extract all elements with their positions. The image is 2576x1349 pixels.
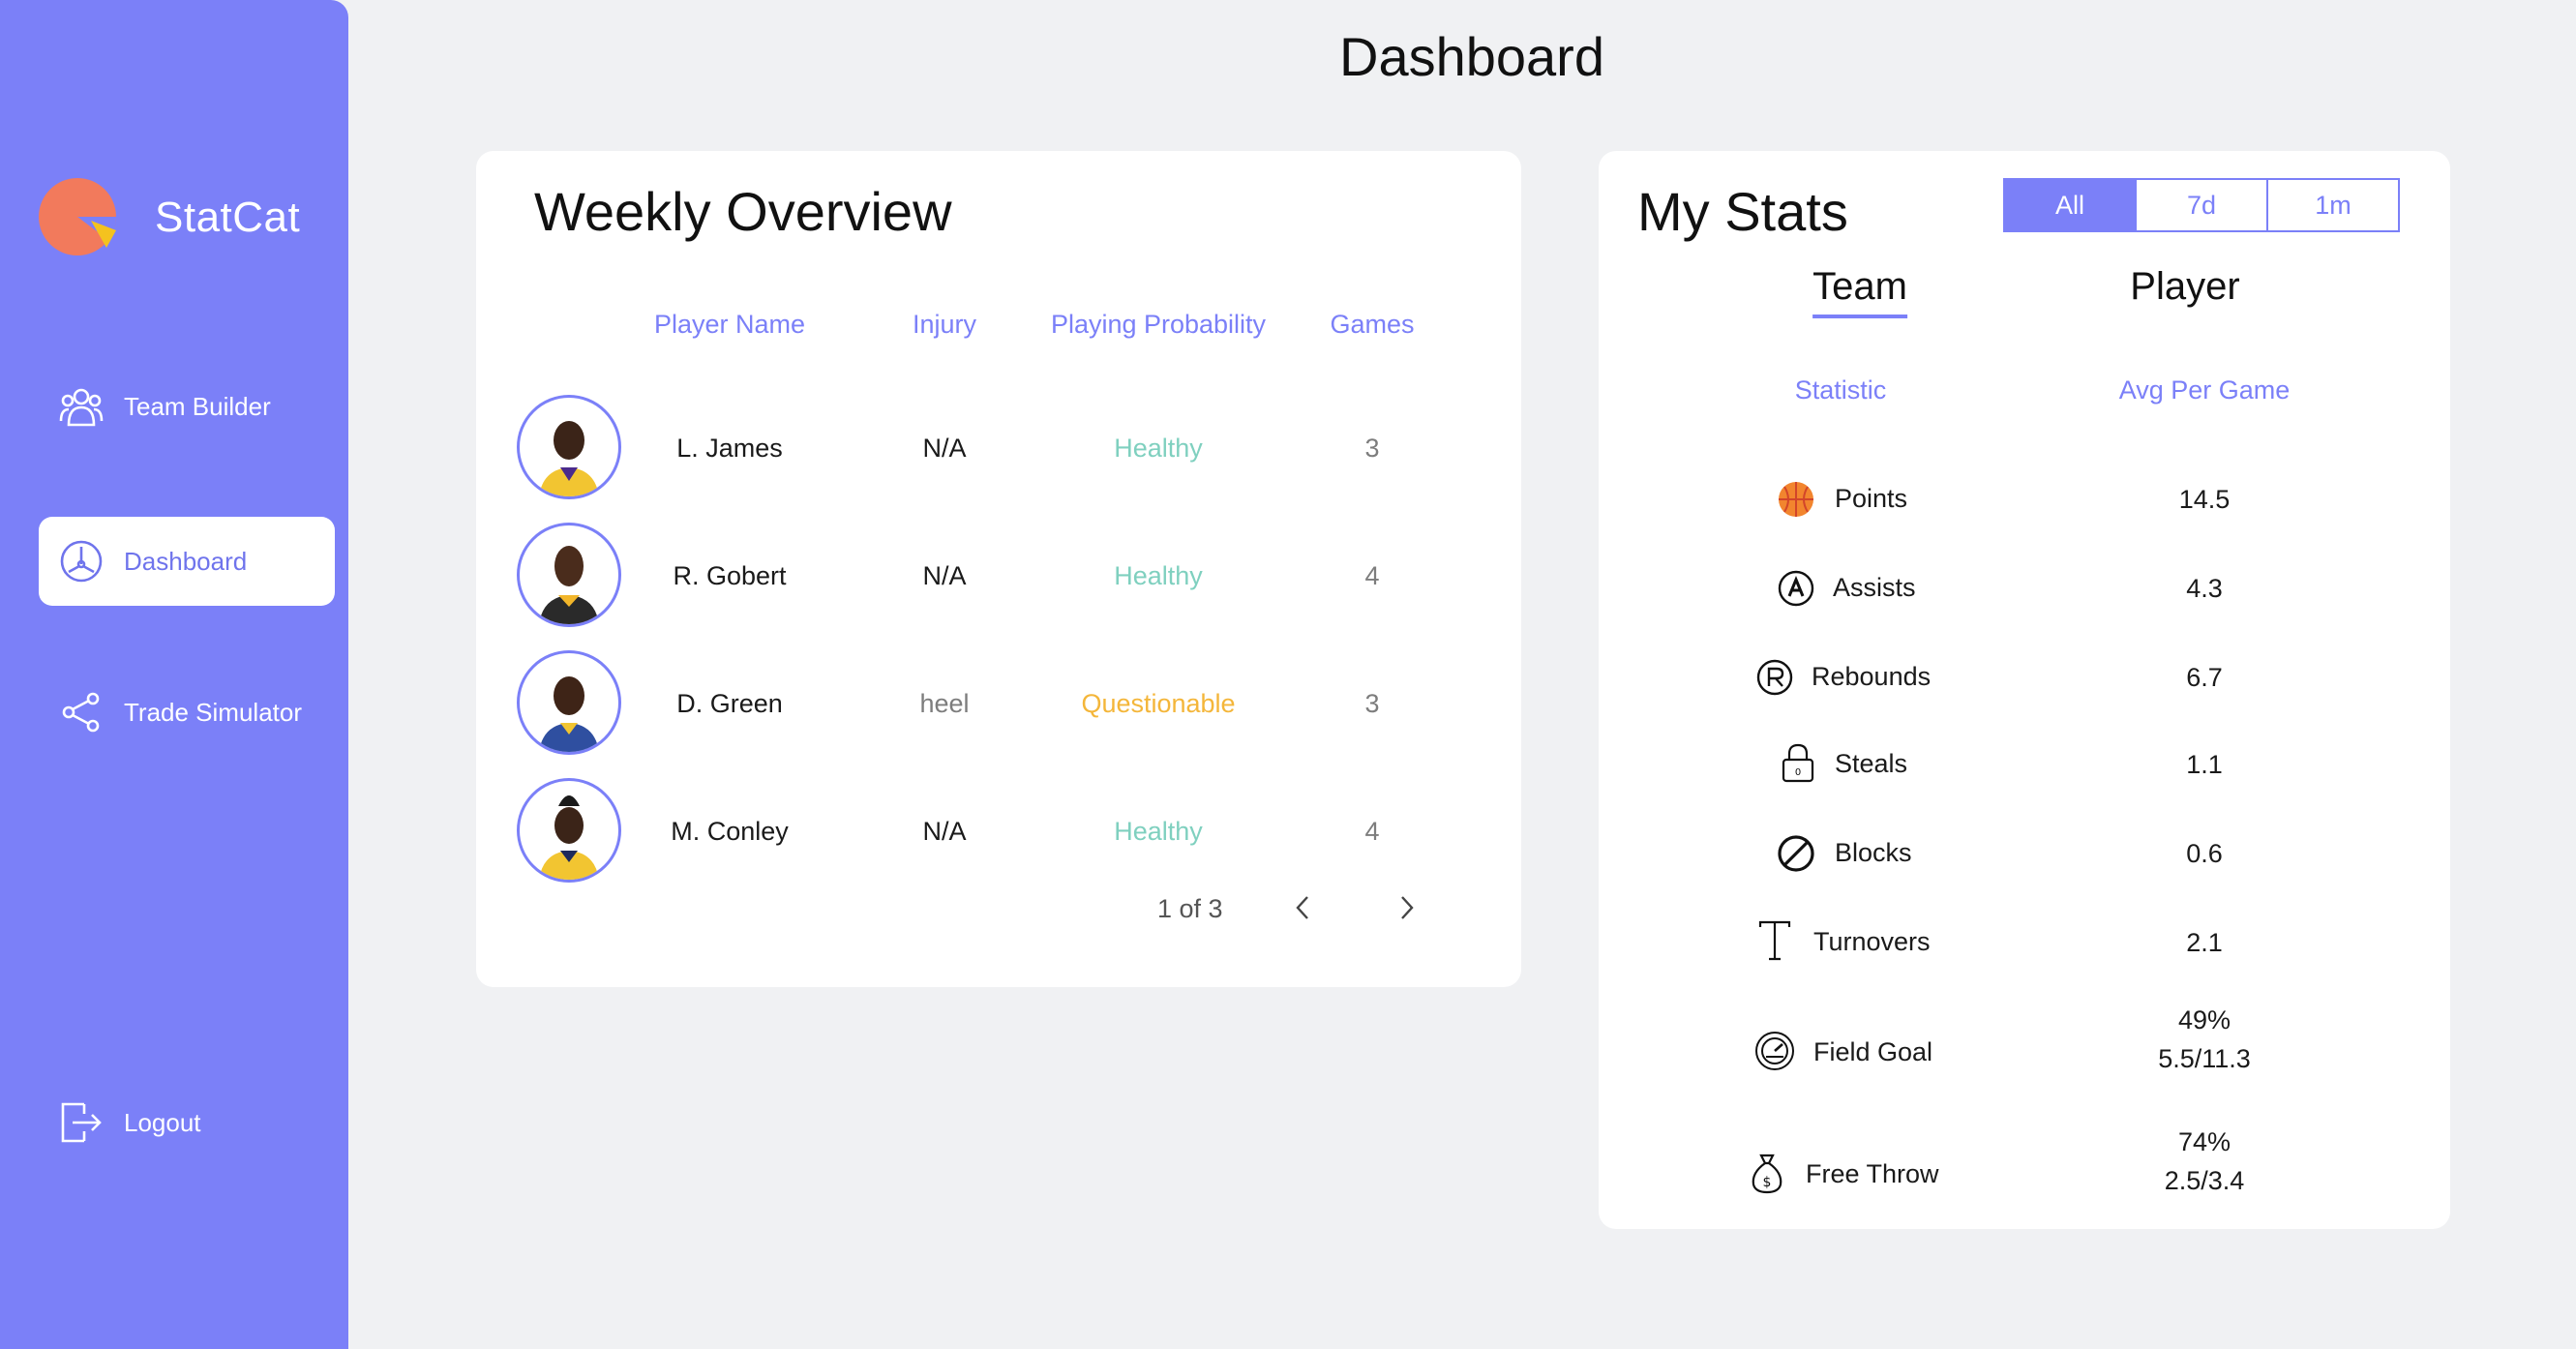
stat-row-blocks: Blocks 0.6 [1599,824,2450,883]
my-stats-card: My Stats All 7d 1m Team Player Statistic… [1599,151,2450,1229]
statcat-logo-icon [39,178,116,255]
avatar [517,523,621,627]
table-row[interactable]: L. James N/A Healthy 3 [476,395,1521,501]
filter-1m-button[interactable]: 1m [2266,178,2400,232]
sidebar-item-dashboard[interactable]: Dashboard [39,517,335,606]
tab-team[interactable]: Team [1812,265,1907,318]
sidebar: StatCat Team Builder Dashboard Trade Sim… [0,0,348,1349]
player-name: L. James [676,434,783,463]
time-filter: All 7d 1m [2003,178,2400,232]
svg-text:$: $ [1763,1175,1772,1190]
chevron-right-icon [1401,896,1414,919]
filter-all-button[interactable]: All [2003,178,2137,232]
stat-label: Points [1835,484,1908,513]
my-stats-title: My Stats [1637,181,1848,242]
page-title: Dashboard [1339,26,1604,87]
stat-value: 4.3 [2186,574,2223,603]
lock-icon: 0 [1777,741,1819,784]
previous-page-button[interactable] [1283,888,1322,927]
games-count: 3 [1364,434,1380,463]
games-count: 4 [1364,817,1380,846]
stat-row-turnovers: Turnovers 2.1 [1599,914,2450,972]
stat-row-rebounds: Rebounds 6.7 [1599,648,2450,706]
assists-icon [1775,567,1817,610]
stat-value: 0.6 [2186,839,2223,868]
stat-label: Field Goal [1813,1037,1933,1066]
sidebar-item-trade-simulator[interactable]: Trade Simulator [39,668,335,757]
player-injury: N/A [922,434,967,463]
column-header-playing-probability: Playing Probability [1050,310,1267,339]
weekly-overview-title: Weekly Overview [534,181,952,242]
column-header-player-name: Player Name [653,310,806,339]
games-count: 4 [1364,561,1380,590]
table-row[interactable]: R. Gobert N/A Healthy 4 [476,523,1521,629]
next-page-button[interactable] [1388,888,1426,927]
stat-label: Blocks [1835,838,1912,867]
letter-t-icon [1753,919,1796,962]
logout-button[interactable]: Logout [39,1078,335,1167]
player-name: R. Gobert [673,561,787,590]
sidebar-item-label: Team Builder [124,391,271,421]
player-injury: heel [919,689,970,718]
player-name: M. Conley [671,817,789,846]
logout-label: Logout [124,1107,201,1137]
stat-label: Free Throw [1806,1159,1939,1188]
brand: StatCat [37,176,300,259]
stat-value: 2.1 [2186,928,2223,957]
stat-row-steals: 0 Steals 1.1 [1599,735,2450,794]
column-header-statistic: Statistic [1794,375,1887,405]
playing-probability: Questionable [1081,689,1236,718]
stat-value: 1.1 [2186,750,2223,779]
stat-row-assists: Assists 4.3 [1599,559,2450,617]
chevron-left-icon [1296,896,1308,919]
stat-label: Steals [1835,749,1908,778]
playing-probability: Healthy [1114,817,1203,846]
pagination-status: 1 of 3 [1157,894,1223,923]
logout-icon [58,1099,105,1146]
stat-row-free-throw: $ Free Throw 74% 2.5/3.4 [1599,1123,2450,1225]
avatar [517,650,621,755]
stat-row-points: Points 14.5 [1599,470,2450,528]
money-bag-icon: $ [1746,1152,1788,1194]
stat-value: 14.5 [2178,485,2231,514]
stat-value-detail: 5.5/11.3 [2158,1044,2251,1073]
column-header-injury: Injury [912,310,977,339]
sidebar-item-label: Dashboard [124,546,248,576]
player-name: D. Green [676,689,783,718]
stat-label: Rebounds [1812,662,1932,691]
stat-value: 6.7 [2186,663,2223,692]
brand-name: StatCat [155,194,301,241]
avatar [517,778,621,883]
sidebar-item-label: Trade Simulator [124,697,302,727]
filter-7d-button[interactable]: 7d [2135,178,2268,232]
basketball-icon [1775,478,1817,521]
column-header-games: Games [1330,310,1415,339]
stat-value: 74% [2177,1127,2232,1156]
stat-label: Turnovers [1813,927,1931,956]
block-icon [1775,832,1817,875]
stat-value-detail: 2.5/3.4 [2164,1166,2245,1195]
table-row[interactable]: D. Green heel Questionable 3 [476,650,1521,757]
table-row[interactable]: M. Conley N/A Healthy 4 [476,778,1521,884]
stat-label: Assists [1833,573,1916,602]
sidebar-item-team-builder[interactable]: Team Builder [39,362,335,451]
tab-player[interactable]: Player [2130,265,2239,315]
rebounds-icon [1753,656,1796,699]
games-count: 3 [1364,689,1380,718]
share-icon [58,689,105,735]
playing-probability: Healthy [1114,434,1203,463]
dashboard-gauge-icon [58,538,105,585]
stat-value: 49% [2177,1005,2232,1034]
weekly-overview-card: Weekly Overview Player Name Injury Playi… [476,151,1521,987]
playing-probability: Healthy [1114,561,1203,590]
stat-row-field-goal: Field Goal 49% 5.5/11.3 [1599,1001,2450,1103]
speedometer-icon [1753,1030,1796,1072]
player-injury: N/A [922,817,967,846]
svg-text:0: 0 [1795,767,1801,778]
column-header-avg-per-game: Avg Per Game [2118,375,2291,405]
avatar [517,395,621,499]
player-injury: N/A [922,561,967,590]
people-icon [58,383,105,430]
